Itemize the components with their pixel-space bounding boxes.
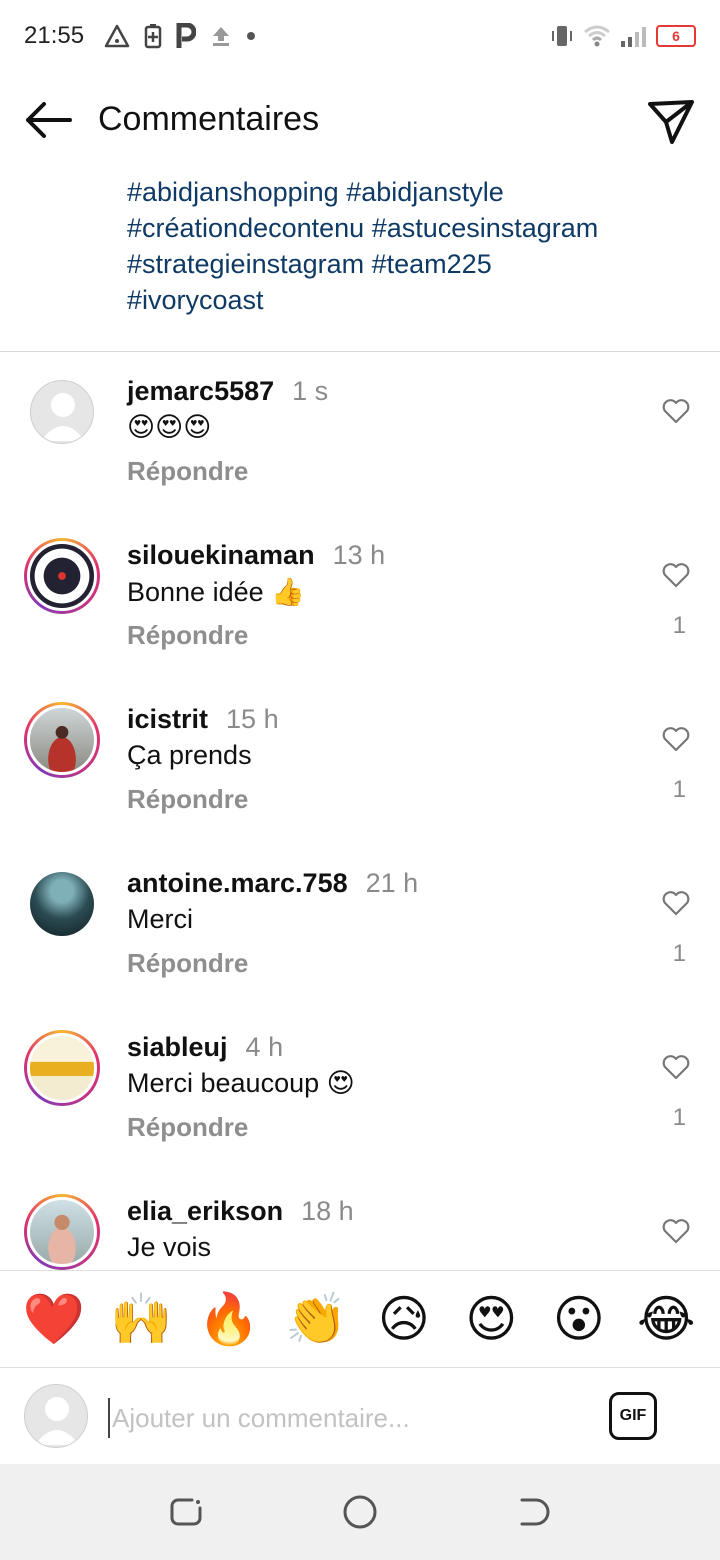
back-arrow-icon[interactable] (22, 98, 74, 142)
reply-button[interactable]: Répondre (127, 1112, 248, 1143)
person-silhouette-icon (35, 1397, 79, 1445)
like-count: 1 (672, 776, 686, 803)
comment-time: 1 s (292, 376, 329, 406)
alert-triangle-icon (104, 24, 130, 48)
upload-icon (213, 27, 229, 46)
heart-icon[interactable] (662, 890, 690, 916)
comment-text: Ça prends (127, 740, 252, 770)
comment-input[interactable] (108, 1398, 578, 1438)
heart-icon[interactable] (662, 562, 690, 588)
comment-time: 13 h (332, 540, 386, 570)
comment-username[interactable]: siableuj (127, 1032, 228, 1062)
person-silhouette-icon (41, 393, 85, 441)
like-count: 1 (672, 1104, 686, 1131)
parking-p-icon (176, 23, 196, 48)
emoji-sad-relieved[interactable]: 😥 (368, 1289, 440, 1349)
story-avatar[interactable] (24, 538, 100, 614)
status-time: 21:55 (24, 22, 85, 49)
user-avatar (24, 1384, 88, 1448)
emoji-tears-of-joy[interactable]: 😂 (630, 1289, 702, 1349)
system-nav-bar (0, 1464, 720, 1560)
like-count: 1 (672, 940, 686, 967)
comment-username[interactable]: elia_erikson (127, 1196, 283, 1226)
comment-text: 😍😍😍 (127, 412, 212, 442)
back-icon[interactable] (516, 1494, 552, 1530)
heart-icon[interactable] (662, 726, 690, 752)
emoji-heart-eyes[interactable]: 😍 (455, 1289, 527, 1349)
caption-line[interactable]: #strategieinstagram #team225 (127, 246, 598, 282)
status-bar: 21:55 6 (0, 0, 720, 72)
story-avatar[interactable] (24, 1030, 100, 1106)
comment-item: elia_erikson18 h Je vois 1 (0, 1172, 720, 1270)
emoji-fire[interactable]: 🔥 (193, 1289, 265, 1349)
story-avatar[interactable] (24, 1194, 100, 1270)
comment-text: Merci (127, 904, 193, 934)
send-icon[interactable] (646, 96, 696, 146)
like-count: 1 (672, 612, 686, 639)
comment-username[interactable]: jemarc5587 (127, 376, 274, 406)
reply-button[interactable]: Répondre (127, 456, 248, 487)
comment-username[interactable]: antoine.marc.758 (127, 868, 348, 898)
page-title: Commentaires (98, 100, 320, 138)
post-caption: #abidjanshopping #abidjanstyle #création… (0, 160, 720, 352)
signal-icon (621, 27, 646, 47)
comment-text: Merci beaucoup 😍 (127, 1068, 355, 1098)
comment-item: silouekinaman 13 h Bonne idée 👍 Répondre … (0, 516, 720, 680)
battery-saver-icon (144, 24, 162, 49)
dot-icon (247, 32, 255, 40)
heart-icon[interactable] (662, 1218, 690, 1244)
emoji-clapping-hands[interactable]: 👏 (280, 1289, 352, 1349)
comment-text: Je vois (127, 1232, 212, 1262)
heart-icon[interactable] (662, 398, 690, 424)
caption-line[interactable]: #abidjanshopping #abidjanstyle (127, 174, 598, 210)
vibrate-icon (552, 26, 572, 46)
comment-time: 18 h (301, 1196, 354, 1226)
comment-item: antoine.marc.758 21 h Merci Répondre 1 (0, 844, 720, 1008)
battery-icon: 6 (656, 25, 696, 47)
comment-composer: GIF (0, 1368, 720, 1464)
comment-text: Bonne idée 👍 (127, 577, 305, 607)
recent-apps-icon[interactable] (168, 1494, 204, 1530)
comment-item: siableuj 4 h Merci beaucoup 😍 Répondre 1 (0, 1008, 720, 1172)
comment-username[interactable]: icistrit (127, 704, 208, 734)
caption-line[interactable]: #ivorycoast (127, 282, 598, 318)
comment-item: jemarc5587 1 s 😍😍😍 Répondre (0, 352, 720, 516)
comment-username[interactable]: silouekinaman (127, 540, 315, 570)
story-avatar[interactable] (24, 702, 100, 778)
wifi-icon (584, 25, 610, 47)
emoji-heart[interactable]: ❤️ (18, 1289, 90, 1349)
comment-time: 15 h (226, 704, 279, 734)
reply-button[interactable]: Répondre (127, 620, 248, 651)
heart-icon[interactable] (662, 1054, 690, 1080)
emoji-raising-hands[interactable]: 🙌 (105, 1289, 177, 1349)
reply-button[interactable]: Répondre (127, 784, 248, 815)
comment-item: icistrit 15 h Ça prends Répondre 1 (0, 680, 720, 844)
comments-list[interactable]: jemarc5587 1 s 😍😍😍 Répondre silouekinaman… (0, 352, 720, 1270)
avatar[interactable] (30, 872, 94, 936)
header: Commentaires (0, 80, 720, 160)
default-avatar[interactable] (30, 380, 94, 444)
home-icon[interactable] (342, 1494, 378, 1530)
emoji-reaction-bar: ❤️ 🙌 🔥 👏 😥 😍 😮 😂 (0, 1270, 720, 1368)
reply-button[interactable]: Répondre (127, 948, 248, 979)
gif-button[interactable]: GIF (609, 1392, 657, 1440)
comment-time: 21 h (365, 868, 419, 898)
emoji-open-mouth[interactable]: 😮 (543, 1289, 615, 1349)
caption-line[interactable]: #créationdecontenu #astucesinstagram (127, 210, 598, 246)
comment-time: 4 h (245, 1032, 284, 1062)
